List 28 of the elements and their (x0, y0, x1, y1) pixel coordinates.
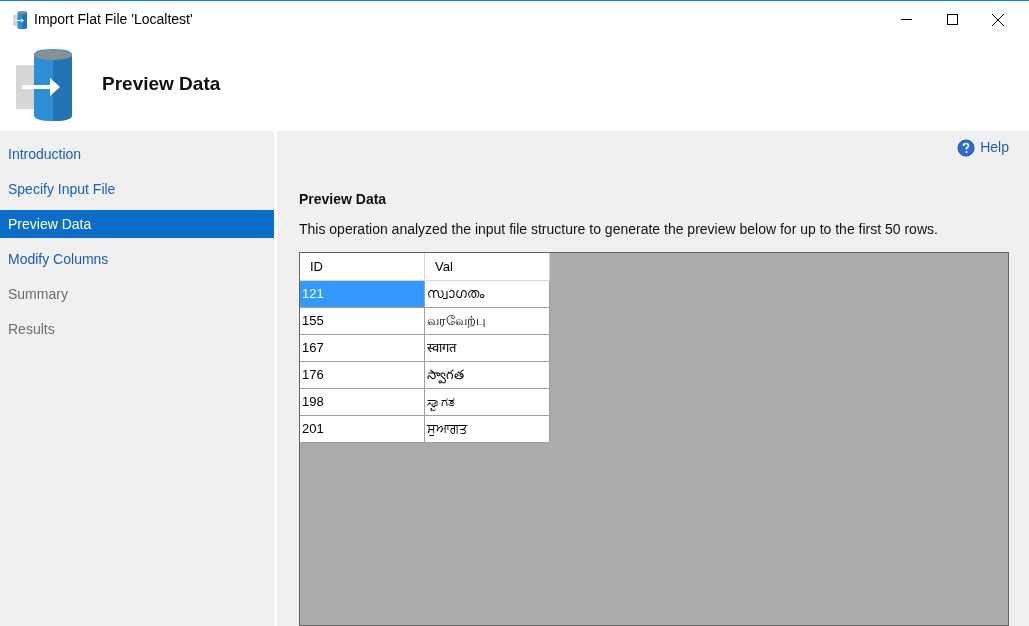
table-cell[interactable]: 176 (300, 362, 425, 389)
column-header[interactable]: ID (300, 253, 425, 281)
help-link[interactable]: Help (957, 137, 1009, 158)
database-import-icon (12, 10, 28, 29)
page-heading: Preview Data (102, 72, 221, 97)
nav-item[interactable]: Introduction (0, 140, 274, 168)
section-description: This operation analyzed the input file structure to generate the preview below for up to the first 50 rows. (299, 220, 939, 239)
table-cell[interactable]: வரவேற்பு (425, 308, 550, 335)
table-cell[interactable]: ਸੁਆਗਤ (425, 416, 550, 443)
table-cell[interactable]: 167 (300, 335, 425, 362)
table-cell[interactable]: స్వాగత (425, 362, 550, 389)
table-cell[interactable]: സ്വാഗതം (425, 281, 550, 308)
nav-item[interactable]: Specify Input File (0, 175, 274, 203)
table-cell[interactable]: स्वागत (425, 335, 550, 362)
table-cell[interactable]: 198 (300, 389, 425, 416)
close-icon (992, 13, 1004, 26)
maximize-icon (946, 14, 958, 25)
section-title: Preview Data (299, 190, 388, 209)
table-cell[interactable]: ಸ್ವಾಗತ (425, 389, 550, 416)
nav-item[interactable]: Modify Columns (0, 245, 274, 273)
help-icon (957, 138, 976, 157)
window-title: Import Flat File 'Localtest' (34, 10, 193, 29)
minimize-icon (900, 19, 912, 20)
table-cell[interactable]: 155 (300, 308, 425, 335)
database-import-icon (16, 48, 72, 121)
column-header[interactable]: Val (425, 253, 550, 281)
table-cell[interactable]: 201 (300, 416, 425, 443)
nav-item[interactable]: Preview Data (0, 210, 274, 238)
